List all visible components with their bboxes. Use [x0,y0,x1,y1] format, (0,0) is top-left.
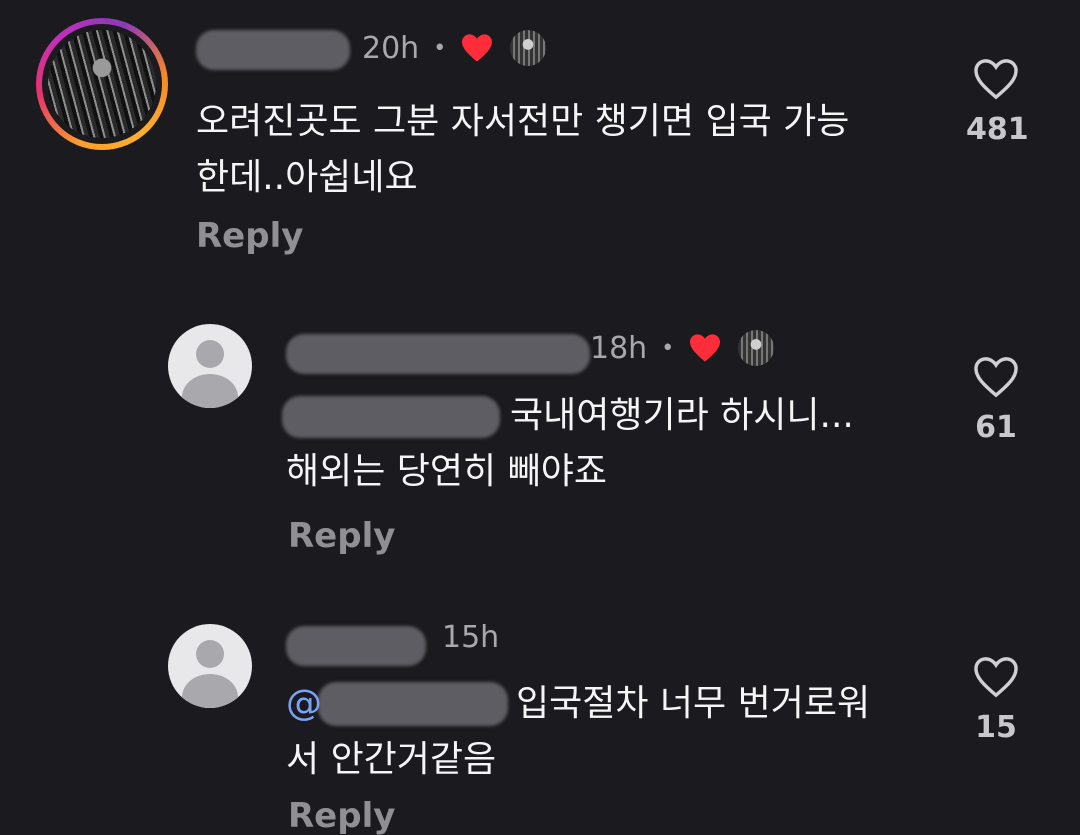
like-count: 15 [975,710,1017,745]
comment-text-line: 해외는 당연히 빼야죠 [286,451,607,492]
like-count: 481 [966,112,1029,147]
comment-text: 오려진곳도 그분 자서전만 챙기면 입국 가능 한데..아쉽네요 [196,94,849,206]
like-button[interactable]: 481 [966,58,1029,147]
comment-text: 국내여행기라 하시니... 해외는 당연히 빼야죠 [286,388,854,500]
comment-meta: 18h • [590,328,777,368]
comment-meta: 20h • [362,28,549,68]
avatar[interactable] [36,18,168,150]
like-count: 61 [975,410,1017,445]
like-button[interactable]: 15 [966,656,1026,745]
heart-outline-icon [974,657,1018,698]
author-avatar [736,328,777,368]
timestamp: 18h [590,330,648,366]
comment: 15h @ 입국절차 너무 번거로워 서 안간거같음 Reply 15 [0,610,1080,835]
separator-dot: • [433,35,447,61]
separator-dot: • [661,335,675,361]
comment-text-line: 서 안간거같음 [286,739,497,780]
timestamp: 20h [362,30,420,66]
comment-text: @ 입국절차 너무 번거로워 서 안간거같음 [286,676,870,788]
comment: 18h • 국내여행기라 하시니... 해외는 당연히 빼야죠 Reply 61 [0,310,1080,580]
comment-text-line: 국내여행기라 하시니... [510,395,854,436]
comment-meta: 15h [442,620,499,655]
comment-text-segment: 입국절차 너무 번거로워 [516,683,871,724]
redacted-username [196,30,350,70]
heart-filled-icon [690,334,721,362]
comment-text-line: @ 입국절차 너무 번거로워 [286,676,870,732]
comment-text-line: 한데..아쉽네요 [196,157,418,198]
timestamp: 15h [442,620,500,655]
avatar[interactable] [168,624,252,708]
comment-text-line: 오려진곳도 그분 자서전만 챙기면 입국 가능 [196,101,850,142]
author-avatar [508,28,549,68]
comment: 20h • 오려진곳도 그분 자서전만 챙기면 입국 가능 한데..아쉽네요 R… [0,0,1080,270]
reply-button[interactable]: Reply [288,516,395,556]
reply-button[interactable]: Reply [196,216,303,256]
redacted-username [286,626,426,666]
heart-outline-icon [974,357,1018,398]
heart-filled-icon [462,34,493,62]
redacted-username [286,334,590,374]
mention[interactable]: @ [286,683,322,724]
like-button[interactable]: 61 [966,356,1026,445]
reply-button[interactable]: Reply [288,796,395,835]
heart-outline-icon [974,59,1018,100]
avatar[interactable] [168,324,252,408]
